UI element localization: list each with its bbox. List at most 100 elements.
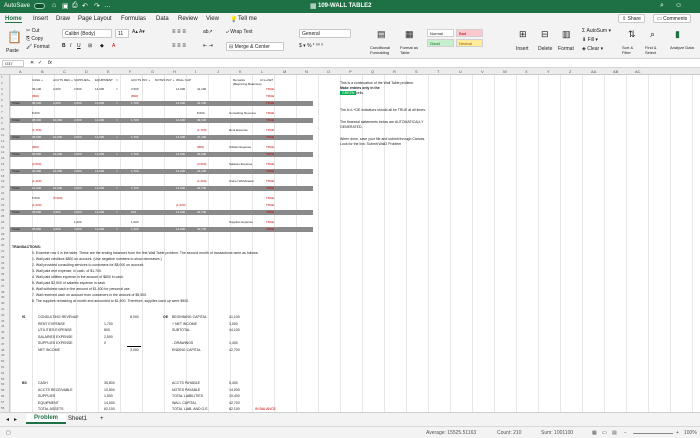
autosum-button[interactable]: Σ AutoSum ▾ — [582, 28, 611, 34]
insert-cells-label[interactable]: Insert — [516, 46, 529, 52]
zoom-slider[interactable] — [633, 433, 673, 434]
row-number: 2 — [1, 80, 3, 85]
row-number: 15 — [1, 156, 5, 161]
view-page-break-icon[interactable]: ▤ — [612, 430, 617, 436]
analyze-data-label[interactable]: Analyze Data — [670, 45, 694, 50]
format-as-table-label[interactable]: Format as Table — [400, 45, 422, 55]
number-format-icons[interactable]: $ ▾ % ❜ ⁰⁰ ⁰ — [299, 43, 323, 49]
redo-icon[interactable]: ↷ — [94, 2, 100, 10]
orientation-icon[interactable]: ab↗ — [203, 29, 213, 35]
font-size-select[interactable]: 11 — [115, 29, 129, 38]
wrap-text-button[interactable]: ⤶ Wrap Text — [226, 29, 253, 35]
tab-home[interactable]: Home — [5, 16, 22, 23]
tab-sheet-sheet1[interactable]: Sheet1 — [68, 416, 87, 422]
italic-button[interactable]: I — [70, 43, 71, 49]
merge-center-button[interactable]: ⊟ Merge & Center — [226, 42, 284, 51]
share-button[interactable]: ⇪ Share — [618, 14, 645, 23]
clear-button[interactable]: ◈ Clear ▾ — [582, 46, 603, 52]
find-select-label[interactable]: Find & Select — [645, 45, 665, 55]
is-line: CONSULTING REVENUE — [38, 315, 79, 319]
style-bad[interactable]: Bad — [456, 29, 483, 37]
table-cell: (2,500) — [32, 162, 42, 166]
delete-cells-label[interactable]: Delete — [538, 46, 552, 52]
table-cell: 14,000 — [176, 186, 186, 190]
tab-insert[interactable]: Insert — [33, 16, 48, 22]
font-name-select[interactable]: Calibri (Body) — [62, 29, 112, 38]
table-cell: 46,600 — [197, 152, 207, 156]
font-color-icon[interactable]: A — [112, 43, 115, 49]
tab-formulas[interactable]: Formulas — [121, 16, 146, 22]
format-as-table-icon[interactable]: ▦ — [405, 29, 414, 40]
tab-review[interactable]: Review — [178, 16, 198, 22]
sort-filter-icon[interactable]: ⇅ — [628, 29, 636, 40]
insert-cells-icon[interactable]: ⊞ — [519, 29, 527, 40]
confirm-entry-icon[interactable]: ✓ — [38, 60, 42, 66]
column-header: U — [459, 69, 462, 74]
account-icon[interactable]: ☺ — [675, 2, 682, 9]
format-cells-label[interactable]: Format — [558, 46, 574, 52]
autosave-toggle[interactable] — [34, 3, 45, 9]
bold-button[interactable]: B — [62, 43, 66, 49]
table-cell: 5,500 — [32, 196, 40, 200]
align-top-icons[interactable]: ≡ ≡ ≡ — [172, 29, 186, 35]
borders-icon[interactable]: ⊞ — [88, 43, 92, 49]
paste-label[interactable]: Paste — [6, 48, 19, 54]
tab-page-layout[interactable]: Page Layout — [78, 16, 112, 22]
table-cell: 35,800 — [32, 210, 42, 214]
sort-filter-label[interactable]: Sort & Filter — [622, 45, 642, 55]
zoom-in-icon[interactable]: + — [676, 430, 679, 436]
indent-icons[interactable]: ⇤ ⇥ — [203, 43, 213, 49]
more-icon[interactable]: … — [104, 2, 111, 9]
fx-icon[interactable]: fx — [48, 60, 52, 66]
table-cell: 2,500 — [74, 118, 82, 122]
prev-sheet-icon[interactable]: ◂ — [6, 416, 9, 423]
home-icon[interactable]: ⌂ — [52, 2, 56, 9]
column-header: O — [327, 69, 331, 74]
tab-draw[interactable]: Draw — [56, 16, 70, 22]
row-number: 22 — [1, 196, 5, 201]
cut-button[interactable]: ✂ Cut — [26, 28, 39, 34]
cancel-entry-icon[interactable]: ✕ — [30, 60, 34, 66]
row-number: 3 — [1, 86, 3, 91]
print-icon[interactable]: ⎙ — [72, 2, 78, 10]
align-left-icons[interactable]: ≡ ≡ ≡ — [172, 43, 186, 49]
paste-icon[interactable]: 📋 — [7, 30, 22, 44]
style-neutral[interactable]: Neutral — [456, 39, 483, 47]
format-painter-button[interactable]: 🖌 Format — [26, 44, 50, 50]
analyze-data-icon[interactable]: ▮ — [675, 29, 680, 40]
delete-cells-icon[interactable]: ⊟ — [541, 29, 549, 40]
note-text: This is a continuation of the Wall Table… — [340, 81, 415, 85]
check-cell: TRUE — [266, 87, 275, 91]
comments-button[interactable]: ▭ Comments — [653, 14, 692, 23]
add-sheet-icon[interactable]: + — [100, 416, 104, 422]
underline-button[interactable]: U — [77, 43, 81, 49]
conditional-formatting-label[interactable]: Conditional Formatting — [370, 45, 398, 55]
undo-icon[interactable]: ↶ — [82, 2, 88, 10]
bs-liab-amount: 14,000 — [229, 387, 240, 392]
name-box[interactable]: O37 — [2, 60, 24, 67]
style-good[interactable]: Good — [427, 39, 454, 47]
fill-color-icon[interactable]: ◆ — [100, 43, 104, 49]
next-sheet-icon[interactable]: ▸ — [14, 416, 17, 423]
format-cells-icon[interactable]: ▥ — [562, 29, 571, 40]
worksheet-grid[interactable]: 1 2 3 4 5 6 7 8 9 10 11 12 13 14 15 16 17 18 19 20 21 22 23 24 2… — [0, 75, 700, 412]
save-icon[interactable]: ▣ — [62, 2, 69, 10]
copy-button[interactable]: ⎘ Copy — [26, 36, 43, 42]
conditional-formatting-icon[interactable]: ▤ — [377, 29, 386, 40]
tab-data[interactable]: Data — [156, 16, 169, 22]
fill-button[interactable]: ⬇ Fill ▾ — [582, 37, 598, 43]
number-format-select[interactable]: General — [299, 29, 351, 38]
grow-font-icon[interactable]: A▴ A▾ — [132, 29, 145, 35]
view-page-layout-icon[interactable]: ▭ — [602, 430, 607, 436]
tab-view[interactable]: View — [206, 16, 219, 22]
view-normal-icon[interactable]: ▦ — [592, 430, 597, 436]
tell-me[interactable]: Tell me — [238, 16, 257, 22]
find-select-icon[interactable]: ⌕ — [650, 29, 655, 40]
lightbulb-icon: 💡 — [230, 17, 238, 23]
style-normal[interactable]: Normal — [427, 29, 454, 37]
column-header: V — [481, 69, 484, 74]
zoom-out-icon[interactable]: − — [624, 430, 627, 436]
search-icon[interactable]: ⌕ — [660, 2, 664, 10]
tab-sheet-problem[interactable]: Problem — [26, 414, 67, 424]
zoom-level[interactable]: 100% — [684, 430, 697, 436]
